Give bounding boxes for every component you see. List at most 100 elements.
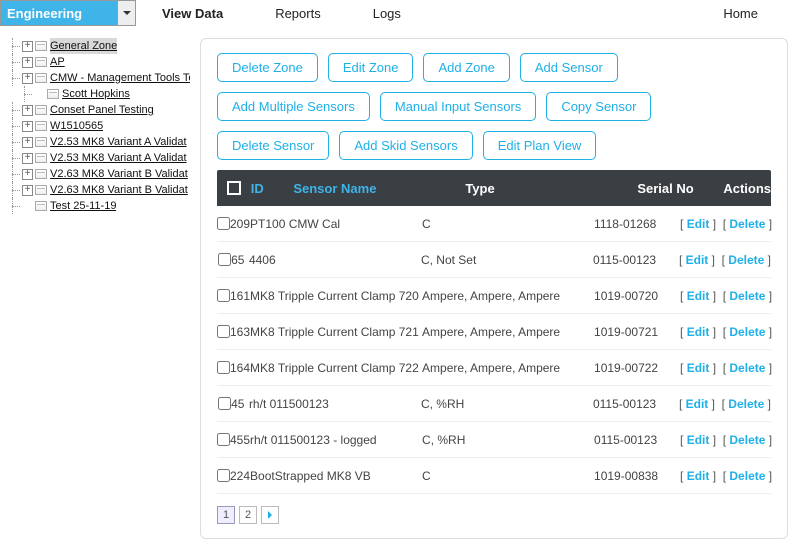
nav-view-data[interactable]: View Data [136,6,249,21]
tree-expand-icon[interactable]: + [22,41,33,52]
col-actions: Actions [717,181,771,196]
delete-link[interactable]: Delete [729,433,765,447]
tree-node-label[interactable]: V2.53 MK8 Variant A Validat [50,150,187,166]
col-id[interactable]: ID [251,181,294,196]
cell-serial: 0115-00123 [593,253,673,267]
delete-zone-button[interactable]: Delete Zone [217,53,318,82]
delete-link[interactable]: Delete [729,325,765,339]
tree-node-label[interactable]: General Zone [50,38,117,54]
delete-link[interactable]: Delete [729,469,765,483]
tree-node-label[interactable]: V2.63 MK8 Variant B Validat [50,166,188,182]
edit-link[interactable]: Edit [687,325,710,339]
edit-link[interactable]: Edit [687,289,710,303]
cell-actions: [ Edit ] [ Delete ] [673,253,771,267]
cell-type: C [422,469,594,483]
page-1[interactable]: 1 [217,506,235,524]
row-checkbox[interactable] [217,217,230,230]
row-checkbox[interactable] [217,325,230,338]
table-header: ID Sensor Name Type Serial No Actions [217,170,771,206]
main-panel: Delete Zone Edit Zone Add Zone Add Sensor Ad… [200,38,788,539]
nav-reports[interactable]: Reports [249,6,347,21]
tree-expand-icon[interactable]: + [22,57,33,68]
tree-expand-icon[interactable]: + [22,121,33,132]
edit-link[interactable]: Edit [687,433,710,447]
cell-type: Ampere, Ampere, Ampere [422,361,594,375]
cell-id: 163 [230,325,250,339]
tree-expand-icon[interactable]: + [22,153,33,164]
select-all-checkbox[interactable] [227,181,241,195]
table-row: 163MK8 Tripple Current Clamp 721Ampere, … [217,314,771,350]
tree-node-label[interactable]: Test 25-11-19 [50,198,116,214]
tree-expand-icon[interactable]: + [22,105,33,116]
row-checkbox[interactable] [218,397,231,410]
chevron-down-icon[interactable] [117,1,135,25]
tree-expand-icon[interactable]: + [22,169,33,180]
row-checkbox[interactable] [217,289,230,302]
delete-link[interactable]: Delete [728,397,764,411]
row-checkbox[interactable] [217,433,230,446]
cell-actions: [ Edit ] [ Delete ] [674,469,772,483]
area-dropdown[interactable]: Engineering [0,0,136,26]
edit-link[interactable]: Edit [686,253,709,267]
cell-type: Ampere, Ampere, Ampere [422,289,594,303]
tree-node-label[interactable]: W1510565 [50,118,103,134]
tree-node-label[interactable]: CMW - Management Tools Te [50,70,190,86]
tree-expand-icon[interactable]: + [22,137,33,148]
copy-sensor-button[interactable]: Copy Sensor [546,92,651,121]
col-serial: Serial No [637,181,717,196]
cell-serial: 0115-00123 [594,433,674,447]
cell-id: 224 [230,469,250,483]
cell-actions: [ Edit ] [ Delete ] [674,325,772,339]
cell-id: 45 [231,397,249,411]
next-page-icon[interactable] [261,506,279,524]
tree-expand-icon[interactable]: + [22,185,33,196]
add-zone-button[interactable]: Add Zone [423,53,509,82]
table-row: 654406C, Not Set0115-00123[ Edit ] [ Del… [217,242,771,278]
edit-link[interactable]: Edit [686,397,709,411]
zone-icon [35,41,47,51]
row-checkbox[interactable] [217,469,230,482]
area-dropdown-label: Engineering [1,6,117,21]
nav-home[interactable]: Home [723,6,798,21]
tree-node-label[interactable]: AP [50,54,65,70]
delete-link[interactable]: Delete [729,217,765,231]
delete-link[interactable]: Delete [729,361,765,375]
add-sensor-button[interactable]: Add Sensor [520,53,618,82]
edit-link[interactable]: Edit [687,469,710,483]
row-checkbox[interactable] [217,361,230,374]
table-row: 209PT100 CMW CalC1118-01268[ Edit ] [ De… [217,206,771,242]
col-name[interactable]: Sensor Name [293,181,465,196]
edit-plan-view-button[interactable]: Edit Plan View [483,131,597,160]
table-row: 45rh/t 011500123C, %RH0115-00123[ Edit ]… [217,386,771,422]
tree-node-label[interactable]: Scott Hopkins [62,86,130,102]
page-2[interactable]: 2 [239,506,257,524]
cell-name: rh/t 011500123 [249,397,421,411]
tree-node: + V2.53 MK8 Variant A Validat [10,134,190,150]
tree-node-label[interactable]: V2.63 MK8 Variant B Validat [50,182,188,198]
manual-input-sensors-button[interactable]: Manual Input Sensors [380,92,536,121]
tree-node: + General Zone [10,38,190,54]
cell-actions: [ Edit ] [ Delete ] [674,289,772,303]
edit-link[interactable]: Edit [687,361,710,375]
add-skid-sensors-button[interactable]: Add Skid Sensors [339,131,472,160]
tree-node-label[interactable]: V2.53 MK8 Variant A Validat [50,134,187,150]
zone-icon [35,57,47,67]
tree-expand-icon[interactable]: + [22,73,33,84]
cell-actions: [ Edit ] [ Delete ] [674,217,772,231]
delete-link[interactable]: Delete [728,253,764,267]
zone-icon [35,201,47,211]
table-row: 224BootStrapped MK8 VBC1019-00838[ Edit … [217,458,771,494]
add-multiple-sensors-button[interactable]: Add Multiple Sensors [217,92,370,121]
delete-link[interactable]: Delete [729,289,765,303]
cell-serial: 1118-01268 [594,217,674,231]
delete-sensor-button[interactable]: Delete Sensor [217,131,329,160]
row-checkbox[interactable] [218,253,231,266]
tree-node-label[interactable]: Conset Panel Testing [50,102,154,118]
table-row: 455rh/t 011500123 - loggedC, %RH0115-001… [217,422,771,458]
cell-id: 161 [230,289,250,303]
zone-icon [47,89,59,99]
edit-zone-button[interactable]: Edit Zone [328,53,414,82]
nav-logs[interactable]: Logs [347,6,427,21]
cell-name: MK8 Tripple Current Clamp 720 [250,289,422,303]
edit-link[interactable]: Edit [687,217,710,231]
